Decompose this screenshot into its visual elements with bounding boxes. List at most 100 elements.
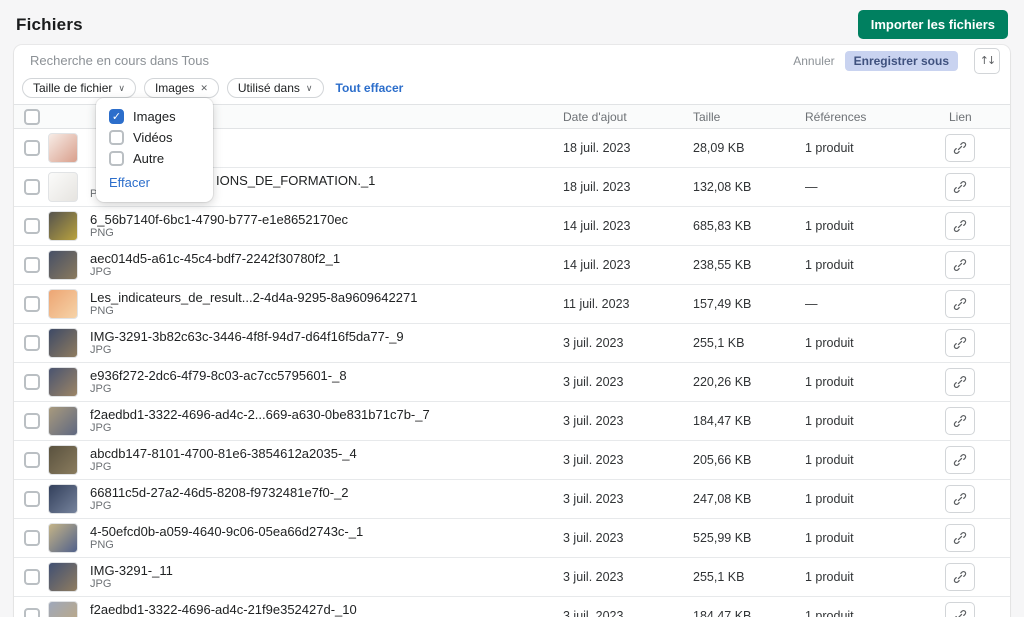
file-date: 18 juil. 2023 — [563, 180, 631, 194]
file-references: 1 produit — [805, 219, 854, 233]
copy-link-button[interactable] — [945, 134, 975, 162]
copy-link-button[interactable] — [945, 251, 975, 279]
copy-link-button[interactable] — [945, 524, 975, 552]
file-thumbnail[interactable] — [48, 289, 78, 319]
file-references: 1 produit — [805, 258, 854, 272]
row-checkbox[interactable] — [24, 218, 40, 234]
file-name[interactable]: 66811c5d-27a2-46d5-8208-f9732481e7f0-_2 — [90, 485, 563, 500]
row-checkbox[interactable] — [24, 257, 40, 273]
copy-link-button[interactable] — [945, 602, 975, 617]
images-filter-popover: ✓ Images Vidéos Autre Effacer — [96, 98, 213, 202]
file-size: 157,49 KB — [693, 297, 752, 311]
column-header-size[interactable]: Taille — [693, 110, 805, 124]
row-checkbox[interactable] — [24, 179, 40, 195]
filter-pill[interactable]: Utilisé dans ∨ — [226, 78, 324, 98]
copy-link-button[interactable] — [945, 212, 975, 240]
file-name[interactable]: 6_56b7140f-6bc1-4790-b777-e1e8652170ec — [90, 212, 563, 227]
clear-filter-link[interactable]: Effacer — [109, 175, 150, 190]
file-name[interactable]: f2aedbd1-3322-4696-ad4c-21f9e352427d-_10 — [90, 602, 563, 617]
filter-option[interactable]: Vidéos — [109, 130, 200, 145]
filter-option-checkbox[interactable] — [109, 130, 124, 145]
filter-pill[interactable]: Images ✕ — [143, 78, 219, 98]
file-date: 14 juil. 2023 — [563, 219, 631, 233]
row-checkbox[interactable] — [24, 374, 40, 390]
file-date: 18 juil. 2023 — [563, 141, 631, 155]
filter-pill[interactable]: Taille de fichier ∨ — [22, 78, 136, 98]
cancel-button[interactable]: Annuler — [793, 54, 834, 68]
column-header-references[interactable]: Références — [805, 110, 945, 124]
file-thumbnail[interactable] — [48, 484, 78, 514]
file-thumbnail[interactable] — [48, 250, 78, 280]
row-checkbox[interactable] — [24, 140, 40, 156]
link-icon — [953, 493, 967, 505]
save-as-button[interactable]: Enregistrer sous — [844, 50, 958, 71]
copy-link-button[interactable] — [945, 173, 975, 201]
file-name[interactable]: aec014d5-a61c-45c4-bdf7-2242f30780f2_1 — [90, 251, 563, 266]
filter-pill-label: Images — [154, 81, 195, 95]
row-checkbox[interactable] — [24, 608, 40, 617]
filter-option-label: Images — [133, 109, 176, 124]
copy-link-button[interactable] — [945, 563, 975, 591]
row-checkbox[interactable] — [24, 530, 40, 546]
row-checkbox[interactable] — [24, 296, 40, 312]
file-thumbnail[interactable] — [48, 445, 78, 475]
copy-link-button[interactable] — [945, 407, 975, 435]
file-references: 1 produit — [805, 336, 854, 350]
file-size: 247,08 KB — [693, 492, 752, 506]
copy-link-button[interactable] — [945, 446, 975, 474]
select-all-checkbox[interactable] — [24, 108, 40, 125]
copy-link-button[interactable] — [945, 329, 975, 357]
filter-option[interactable]: Autre — [109, 151, 200, 166]
copy-link-button[interactable] — [945, 485, 975, 513]
row-checkbox[interactable] — [24, 335, 40, 351]
link-icon — [953, 454, 967, 466]
file-name[interactable]: f2aedbd1-3322-4696-ad4c-2...669-a630-0be… — [90, 407, 563, 422]
close-icon: ✕ — [200, 82, 208, 93]
table-row: aec014d5-a61c-45c4-bdf7-2242f30780f2_1 J… — [14, 246, 1010, 285]
file-thumbnail[interactable] — [48, 523, 78, 553]
row-checkbox[interactable] — [24, 569, 40, 585]
file-thumbnail[interactable] — [48, 367, 78, 397]
filter-pills: Taille de fichier ∨ Images ✕ Utilisé dan… — [22, 78, 324, 98]
file-name[interactable]: abcdb147-8101-4700-81e6-3854612a2035-_4 — [90, 446, 563, 461]
column-header-link: Lien — [949, 109, 972, 124]
import-files-button[interactable]: Importer les fichiers — [857, 10, 1008, 39]
sort-button[interactable]: ↑↓ — [974, 47, 1000, 74]
file-thumbnail[interactable] — [48, 562, 78, 592]
file-name[interactable]: 4-50efcd0b-a059-4640-9c06-05ea66d2743c-_… — [90, 524, 563, 539]
link-icon — [953, 181, 967, 193]
file-thumbnail[interactable] — [48, 601, 78, 617]
filter-option[interactable]: ✓ Images — [109, 109, 200, 124]
filter-option-checkbox-checked[interactable]: ✓ — [109, 109, 124, 124]
filter-option-checkbox[interactable] — [109, 151, 124, 166]
table-row: abcdb147-8101-4700-81e6-3854612a2035-_4 … — [14, 441, 1010, 480]
file-name[interactable]: Les_indicateurs_de_result...2-4d4a-9295-… — [90, 290, 563, 305]
copy-link-button[interactable] — [945, 368, 975, 396]
file-thumbnail[interactable] — [48, 211, 78, 241]
file-size: 255,1 KB — [693, 336, 745, 350]
file-thumbnail[interactable] — [48, 406, 78, 436]
search-input[interactable] — [30, 53, 794, 68]
file-date: 11 juil. 2023 — [563, 297, 630, 311]
row-checkbox[interactable] — [24, 413, 40, 429]
file-date: 3 juil. 2023 — [563, 336, 624, 350]
file-references: 1 produit — [805, 375, 854, 389]
file-name[interactable]: IMG-3291-3b82c63c-3446-4f8f-94d7-d64f16f… — [90, 329, 563, 344]
file-date: 3 juil. 2023 — [563, 609, 624, 617]
column-header-date[interactable]: Date d'ajout — [563, 110, 693, 124]
file-name[interactable]: IMG-3291-_11 — [90, 563, 563, 578]
file-type: PNG — [90, 305, 114, 317]
copy-link-button[interactable] — [945, 290, 975, 318]
file-name[interactable]: e936f272-2dc6-4f79-8c03-ac7cc5795601-_8 — [90, 368, 563, 383]
file-type: JPG — [90, 500, 112, 512]
file-thumbnail[interactable] — [48, 133, 78, 163]
file-size: 220,26 KB — [693, 375, 752, 389]
clear-all-filters-link[interactable]: Tout effacer — [336, 81, 404, 95]
file-thumbnail[interactable] — [48, 328, 78, 358]
filter-option-label: Vidéos — [133, 130, 173, 145]
file-thumbnail[interactable] — [48, 172, 78, 202]
row-checkbox[interactable] — [24, 452, 40, 468]
row-checkbox[interactable] — [24, 491, 40, 507]
file-type: JPG — [90, 422, 112, 434]
table-row: 66811c5d-27a2-46d5-8208-f9732481e7f0-_2 … — [14, 480, 1010, 519]
